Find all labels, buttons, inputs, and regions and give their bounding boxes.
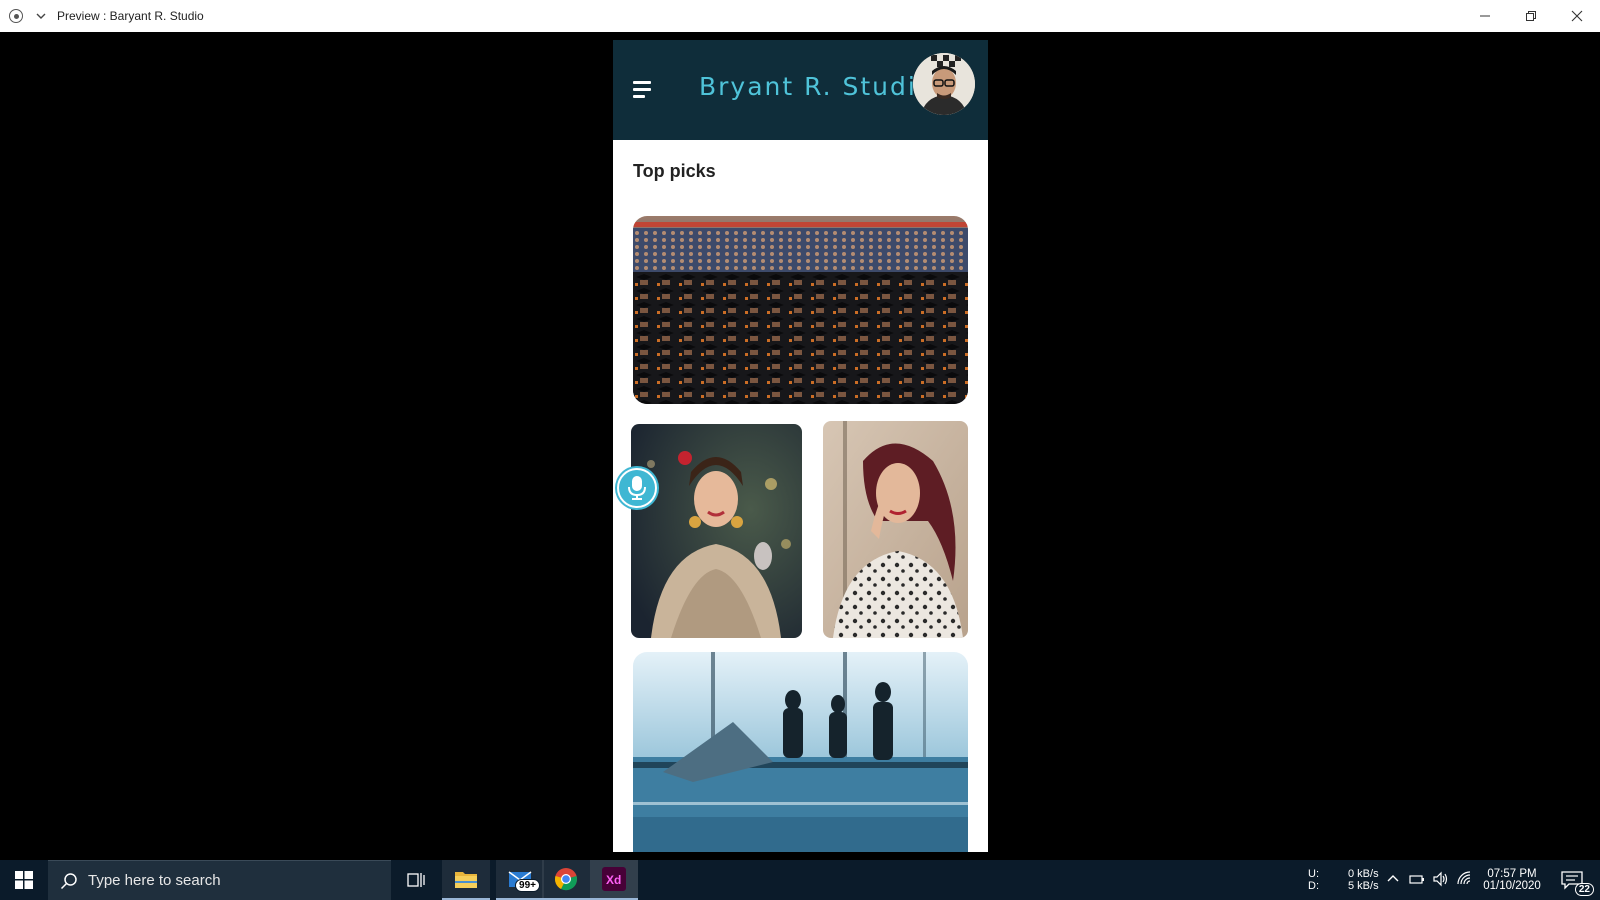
notification-center-button[interactable]: 22 [1548,860,1596,900]
red-hair-portrait-image[interactable] [823,421,968,638]
svg-text:Xd: Xd [606,873,621,887]
section-title: Top picks [633,161,716,181]
upload-speed: 0 kB/s [1348,868,1379,880]
clock[interactable]: 07:57 PM 01/10/2020 [1482,860,1542,900]
app-header: Bryant R. Studio [613,40,988,140]
mail-badge: 99+ [515,879,540,892]
office-meeting-image[interactable] [633,652,968,852]
notification-count: 22 [1574,883,1594,896]
search-icon [60,873,77,890]
chevron-down-icon[interactable] [35,10,47,22]
taskbar-search-box[interactable]: Type here to search [48,860,391,900]
window-title: Preview : Baryant R. Studio [57,9,204,23]
minimize-button[interactable] [1462,0,1508,32]
wifi-icon[interactable] [1456,870,1474,888]
search-placeholder: Type here to search [88,872,221,889]
microphone-icon [628,476,646,500]
window-titlebar: Preview : Baryant R. Studio [0,0,1600,32]
windows-logo-icon [15,871,33,889]
clock-date: 01/10/2020 [1483,880,1541,892]
download-speed: 5 kB/s [1348,880,1379,892]
adobe-xd-button[interactable]: Xd [590,860,638,900]
chevron-up-icon[interactable] [1384,870,1402,888]
bride-portrait-image[interactable] [631,424,802,638]
battery-icon[interactable] [1408,870,1426,888]
volume-icon[interactable] [1432,870,1450,888]
task-view-icon [407,873,425,887]
task-view-button[interactable] [392,860,440,900]
windows-start-button[interactable] [0,860,48,900]
mail-button[interactable]: 99+ [496,860,544,900]
file-explorer-button[interactable] [442,860,490,900]
chrome-icon [555,868,577,891]
graduation-crowd-image[interactable] [633,216,968,404]
app-preview: Bryant R. Studio Top picks [613,40,988,852]
close-button[interactable] [1554,0,1600,32]
record-icon[interactable] [9,9,23,23]
taskbar: Type here to search 99+ Xd U: D: 0 kB/s … [0,860,1600,900]
upload-label: U: [1308,868,1319,880]
network-speed: 0 kB/s 5 kB/s [1348,860,1379,900]
hamburger-menu-icon[interactable] [633,81,653,99]
app-title: Bryant R. Studio [699,72,935,101]
restore-button[interactable] [1508,0,1554,32]
avatar[interactable] [913,53,975,115]
folder-icon [455,872,477,888]
microphone-button[interactable] [617,468,657,508]
clock-time: 07:57 PM [1487,868,1537,880]
download-label: D: [1308,880,1319,892]
chrome-button[interactable] [542,860,590,900]
network-labels: U: D: [1308,860,1319,900]
adobe-xd-icon: Xd [602,867,626,891]
